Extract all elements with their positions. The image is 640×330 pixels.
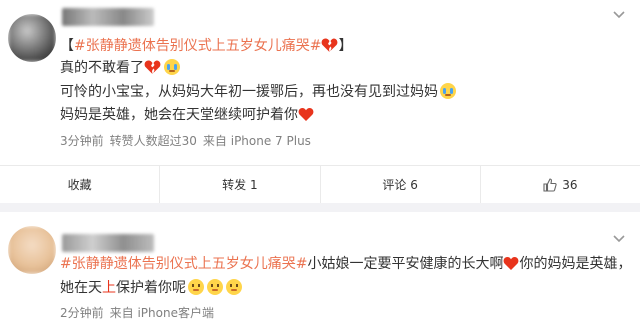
comment-line-2: 她在天上保护着你呢 [60,278,242,298]
text: 她在天 [60,280,102,296]
text: 你的妈妈是英雄， [519,256,632,272]
timestamp: 3分钟前 [60,134,104,148]
broken-heart-icon [321,37,338,59]
source-label: 来自 iPhone 7 Plus [202,134,311,148]
crying-face-icon [440,83,456,99]
red-heart-icon [298,107,314,128]
avatar[interactable] [8,14,56,62]
bracket-open: 【 [60,38,74,54]
username[interactable] [62,8,154,26]
text: 真的不敢看了 [60,60,144,76]
comment-line-1: 真的不敢看了 [60,58,180,81]
comment-line-2: 可怜的小宝宝，从妈妈大年初一援鄂后，再也没有见到过妈妈 [60,82,456,102]
repost-label: 转发 1 [222,178,258,192]
text: 妈妈是英雄，她会在天堂继续呵护着你 [60,107,298,123]
post-title-line: 【#张静静遗体告别仪式上五岁女儿痛哭# 】 [60,36,352,59]
topic-link[interactable]: #张静静遗体告别仪式上五岁女儿痛哭# [60,256,307,272]
likes-summary[interactable]: 转赞人数超过30 [110,134,197,148]
text-highlight: 上 [102,280,116,296]
favorite-button[interactable]: 收藏 [0,166,161,203]
comment-button[interactable]: 评论 6 [321,166,481,203]
bracket-close: 】 [338,38,353,54]
comment-meta: 3分钟前 转赞人数超过30 来自 iPhone 7 Plus [60,132,317,149]
awkward-face-icon [188,279,204,295]
comment-line-1: #张静静遗体告别仪式上五岁女儿痛哭#小姑娘一定要平安健康的长大啊 你的妈妈是英雄， [60,254,631,277]
awkward-face-icon [226,279,242,295]
comment-label: 评论 6 [382,178,418,192]
like-count: 36 [562,177,578,192]
crying-face-icon [164,59,180,75]
awkward-face-icon [207,279,223,295]
thumb-up-icon [543,177,557,192]
avatar[interactable] [8,226,56,274]
text: 小姑娘一定要平安健康的长大啊 [307,256,504,272]
topic-link[interactable]: #张静静遗体告别仪式上五岁女儿痛哭# [74,38,321,54]
chevron-down-icon[interactable] [612,232,626,248]
like-button[interactable]: 36 [481,166,640,203]
username[interactable] [62,234,154,252]
red-heart-icon [503,256,519,277]
chevron-down-icon[interactable] [612,8,626,24]
broken-heart-icon [144,59,161,81]
action-bar: 收藏 转发 1 评论 6 36 [0,165,640,203]
repost-button[interactable]: 转发 1 [160,166,321,203]
comment-card-1: 【#张静静遗体告别仪式上五岁女儿痛哭# 】 真的不敢看了 可怜的小宝宝，从妈妈大年… [0,0,640,203]
comment-card-2: #张静静遗体告别仪式上五岁女儿痛哭#小姑娘一定要平安健康的长大啊 你的妈妈是英雄，… [0,212,640,330]
source-label: 来自 iPhone客户端 [109,306,214,320]
comment-meta: 2分钟前 来自 iPhone客户端 [60,304,220,321]
favorite-label: 收藏 [67,178,92,192]
text: 保护着你呢 [116,280,186,296]
comment-line-3: 妈妈是英雄，她会在天堂继续呵护着你 [60,105,314,128]
timestamp: 2分钟前 [60,306,104,320]
text: 可怜的小宝宝，从妈妈大年初一援鄂后，再也没有见到过妈妈 [60,84,438,100]
